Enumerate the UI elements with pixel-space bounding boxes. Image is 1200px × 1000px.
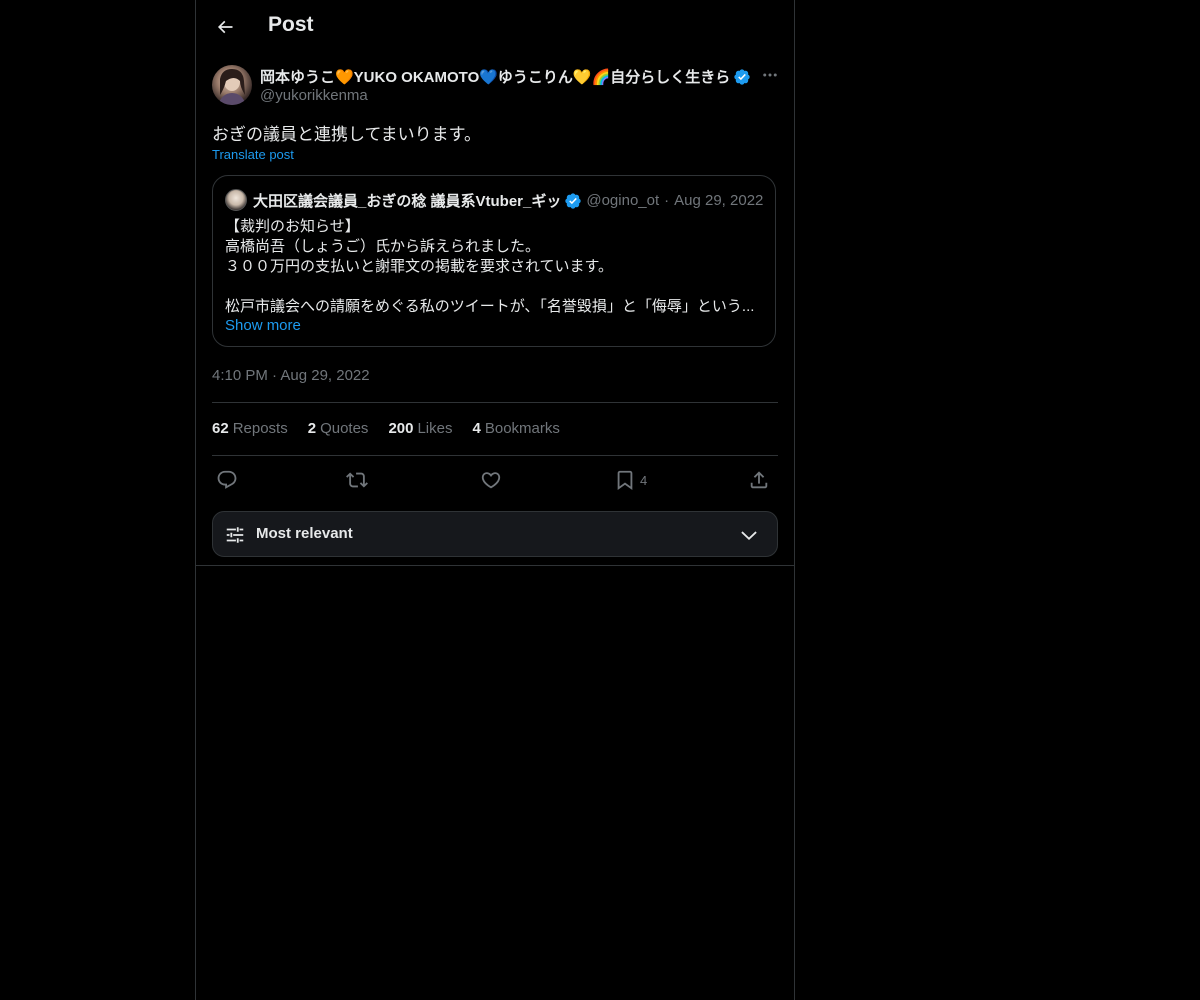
heart-icon xyxy=(481,472,501,489)
stat-likes[interactable]: 200 Likes xyxy=(388,420,452,437)
quoted-text-line: 松戸市議会への請願をめぐる私のツイートが、「名誉毀損」と「侮辱」という... xyxy=(225,298,755,315)
reply-sort-dropdown[interactable]: Most relevant xyxy=(212,511,778,557)
post-timestamp[interactable]: 4:10 PM · Aug 29, 2022 xyxy=(212,367,370,384)
separator-dot: · xyxy=(664,192,670,209)
quoted-text-line xyxy=(225,277,765,297)
share-button[interactable] xyxy=(748,466,770,494)
quoted-author-name: 大田区議会議員_おぎの稔 議員系Vtuber_ギッ xyxy=(253,193,562,210)
share-icon xyxy=(750,471,768,489)
reply-icon xyxy=(217,470,237,489)
quoted-author-avatar xyxy=(225,189,247,211)
stat-reposts[interactable]: 62 Reposts xyxy=(212,420,288,437)
verified-badge-icon xyxy=(565,192,582,209)
bookmark-count: 4 xyxy=(640,472,648,488)
reply-button[interactable] xyxy=(216,466,238,494)
chevron-down-icon xyxy=(741,531,757,541)
author-handle[interactable]: @yukorikkenma xyxy=(260,87,368,104)
primary-column: Post 岡本ゆうこ🧡YUKO OKAMOTO💙ゆうこりん💛🌈自分らしく生きら … xyxy=(195,0,795,1000)
quoted-post-body: 【裁判のお知らせ】 高橋尚吾（しょうご）氏から訴えられました。 ３００万円の支払… xyxy=(225,217,765,317)
bookmark-button[interactable]: 4 xyxy=(614,466,647,494)
post-author: 岡本ゆうこ🧡YUKO OKAMOTO💙ゆうこりん💛🌈自分らしく生きら @yuko… xyxy=(212,64,778,108)
author-name-text: 岡本ゆうこ🧡YUKO OKAMOTO💙ゆうこりん💛🌈自分らしく生きら xyxy=(260,69,731,86)
post-stats: 62 Reposts 2 Quotes 200 Likes 4 Bookmarks xyxy=(212,420,560,437)
quoted-text-line: 高橋尚吾（しょうご）氏から訴えられました。 xyxy=(225,238,541,255)
author-avatar[interactable] xyxy=(212,65,252,105)
more-dots-icon xyxy=(763,73,777,77)
post-actions: 4 xyxy=(212,466,778,494)
repost-icon xyxy=(346,472,368,488)
like-button[interactable] xyxy=(480,466,502,494)
author-name[interactable]: 岡本ゆうこ🧡YUKO OKAMOTO💙ゆうこりん💛🌈自分らしく生きら xyxy=(260,66,751,87)
quoted-post-card[interactable]: 大田区議会議員_おぎの稔 議員系Vtuber_ギッ @ogino_ot · Au… xyxy=(212,175,776,347)
arrow-left-icon xyxy=(217,20,233,34)
quoted-post-header: 大田区議会議員_おぎの稔 議員系Vtuber_ギッ @ogino_ot · Au… xyxy=(253,190,763,211)
sort-label: Most relevant xyxy=(256,525,353,542)
page-title: Post xyxy=(268,13,314,36)
repost-button[interactable] xyxy=(346,466,368,494)
divider xyxy=(212,402,778,403)
sliders-icon xyxy=(226,527,244,543)
verified-badge-icon xyxy=(734,68,750,85)
stat-bookmarks[interactable]: 4 Bookmarks xyxy=(473,420,560,437)
back-button[interactable] xyxy=(208,10,242,44)
show-more-link[interactable]: Show more xyxy=(225,317,301,334)
translate-post-link[interactable]: Translate post xyxy=(212,147,294,162)
quoted-post-date: Aug 29, 2022 xyxy=(674,192,764,209)
post-text: おぎの議員と連携してまいります。 xyxy=(212,125,481,144)
stat-quotes[interactable]: 2 Quotes xyxy=(308,420,369,437)
page-header: Post xyxy=(196,0,794,53)
quoted-author-handle: @ogino_ot xyxy=(586,192,660,209)
divider xyxy=(212,455,778,456)
more-options-button[interactable] xyxy=(756,64,784,86)
quoted-text-line: ３００万円の支払いと謝罪文の掲載を要求されています。 xyxy=(225,258,614,275)
section-divider xyxy=(196,565,794,566)
bookmark-icon xyxy=(617,470,633,491)
quoted-text-line: 【裁判のお知らせ】 xyxy=(225,218,360,235)
